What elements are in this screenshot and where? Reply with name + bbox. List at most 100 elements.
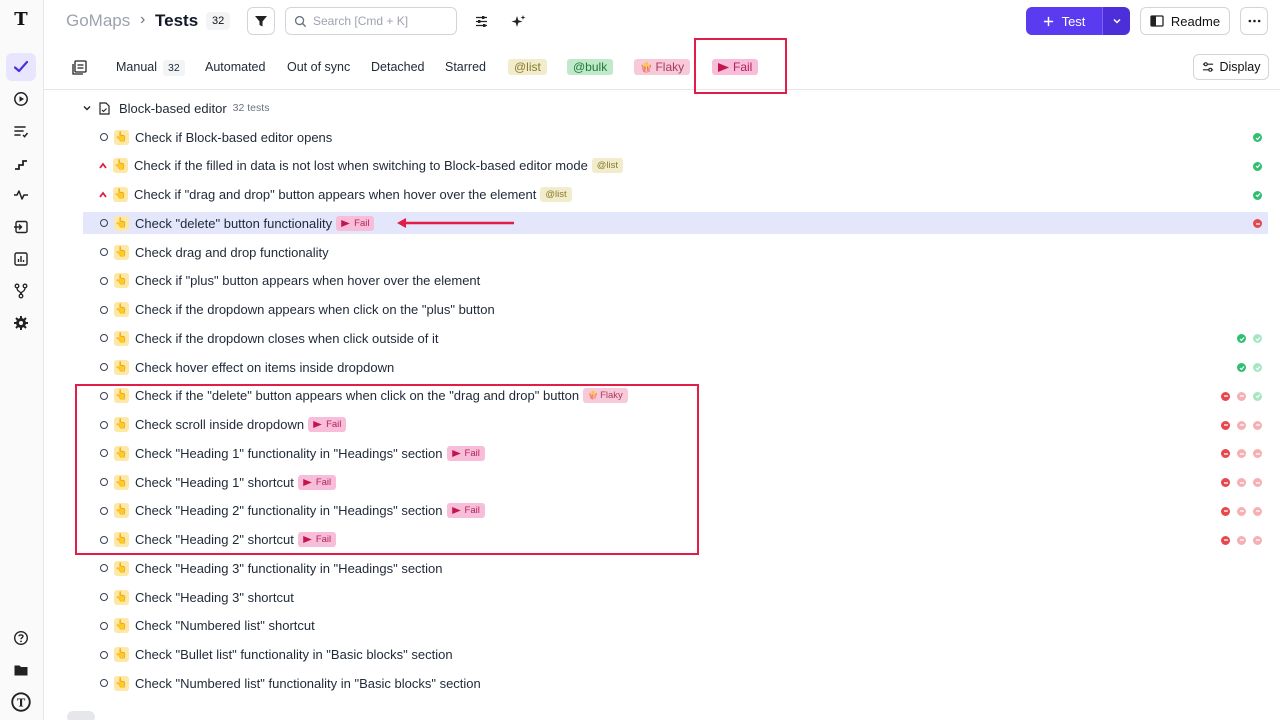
test-title[interactable]: Check if the filled in data is not lost … <box>134 158 588 173</box>
failed-status-icon[interactable] <box>1237 420 1246 430</box>
failed-status-icon[interactable] <box>1253 219 1262 229</box>
test-title[interactable]: Check "Bullet list" functionality in "Ba… <box>135 647 453 662</box>
tab-automated[interactable]: Automated <box>205 59 265 75</box>
test-row[interactable]: 👆 Check if Block-based editor opens <box>83 126 1268 148</box>
tab-detached[interactable]: Detached <box>371 59 425 75</box>
test-tag[interactable]: @list <box>591 158 624 174</box>
passed-status-icon[interactable] <box>1253 363 1262 372</box>
passed-status-icon[interactable] <box>1237 363 1246 372</box>
test-row[interactable]: 👆 Check "Heading 2" shortcut Fail <box>83 529 1268 551</box>
test-title[interactable]: Check "delete" button functionality <box>135 216 332 231</box>
test-row[interactable]: 👆 Check hover effect on items inside drop… <box>83 356 1268 378</box>
projects-folder-icon[interactable] <box>6 656 36 684</box>
test-row[interactable]: 👆 Check "Bullet list" functionality in "B… <box>83 644 1268 666</box>
passed-status-icon[interactable] <box>1253 190 1262 200</box>
failed-status-icon[interactable] <box>1253 478 1262 487</box>
test-title[interactable]: Check "Heading 3" functionality in "Head… <box>135 561 443 576</box>
tab-starred[interactable]: Starred <box>445 59 486 75</box>
more-options-button[interactable] <box>1240 7 1268 35</box>
failed-status-icon[interactable] <box>1221 535 1230 545</box>
new-test-button[interactable]: Test <box>1026 7 1102 35</box>
test-tag[interactable]: Fail <box>446 503 485 519</box>
test-tag[interactable]: Fail <box>308 417 347 432</box>
test-row[interactable]: 👆 Check drag and drop functionality <box>83 241 1268 263</box>
pulse-nav-icon[interactable] <box>6 181 36 209</box>
test-title[interactable]: Check if Block-based editor opens <box>135 130 332 145</box>
tab-tag-bulk[interactable]: @bulk <box>567 59 614 75</box>
test-title[interactable]: Check if the dropdown closes when click … <box>135 331 439 346</box>
filter-button[interactable] <box>247 7 275 35</box>
test-title[interactable]: Check "Heading 2" functionality in "Head… <box>135 503 443 518</box>
tests-nav-icon[interactable] <box>6 53 36 81</box>
tab-manual[interactable]: Manual 32 <box>116 59 185 76</box>
new-test-dropdown-button[interactable] <box>1102 7 1130 35</box>
failed-status-icon[interactable] <box>1221 391 1230 401</box>
test-tag[interactable]: Fail <box>446 445 485 461</box>
test-row[interactable]: 👆 Check if the "delete" button appears wh… <box>83 385 1268 407</box>
user-avatar[interactable]: T <box>6 688 36 716</box>
plans-nav-icon[interactable] <box>6 117 36 145</box>
runs-nav-icon[interactable] <box>6 85 36 113</box>
test-title[interactable]: Check "Numbered list" functionality in "… <box>135 676 481 691</box>
failed-status-icon[interactable] <box>1221 506 1230 516</box>
tree-view-icon[interactable] <box>72 59 88 75</box>
test-row[interactable]: 👆 Check scroll inside dropdown Fail <box>83 414 1268 436</box>
ai-sparkle-icon[interactable] <box>507 10 529 32</box>
test-title[interactable]: Check if the "delete" button appears whe… <box>135 388 579 403</box>
search-box[interactable] <box>285 7 457 35</box>
help-icon[interactable] <box>6 624 36 652</box>
test-row[interactable]: 👆 Check "Heading 1" shortcut Fail <box>83 471 1268 493</box>
search-input[interactable] <box>313 14 443 28</box>
test-tag[interactable]: Fail <box>336 215 375 231</box>
breadcrumb-project[interactable]: GoMaps <box>66 11 130 31</box>
failed-status-icon[interactable] <box>1237 506 1246 516</box>
test-title[interactable]: Check "Numbered list" shortcut <box>135 618 315 633</box>
test-title[interactable]: Check "Heading 1" functionality in "Head… <box>135 446 443 461</box>
test-row[interactable]: 👆 Check if the dropdown appears when clic… <box>83 299 1268 321</box>
failed-status-icon[interactable] <box>1253 449 1262 459</box>
test-title[interactable]: Check "Heading 3" shortcut <box>135 590 294 605</box>
readme-button[interactable]: Readme <box>1140 7 1230 35</box>
import-nav-icon[interactable] <box>6 213 36 241</box>
test-title[interactable]: Check if "plus" button appears when hove… <box>135 273 480 288</box>
tab-out-of-sync[interactable]: Out of sync <box>287 59 350 75</box>
failed-status-icon[interactable] <box>1237 391 1246 401</box>
test-tag[interactable]: @list <box>540 187 572 202</box>
failed-status-icon[interactable] <box>1253 535 1262 545</box>
failed-status-icon[interactable] <box>1221 449 1230 459</box>
tab-tag-list[interactable]: @list <box>508 59 547 75</box>
app-logo[interactable]: T <box>9 7 33 31</box>
test-row[interactable]: 👆 Check "Numbered list" functionality in … <box>83 672 1268 694</box>
settings-gear-icon[interactable] <box>6 309 36 337</box>
suite-header[interactable]: Block-based editor 32 tests <box>82 98 269 118</box>
test-title[interactable]: Check if "drag and drop" button appears … <box>134 187 536 202</box>
test-tag[interactable]: 🍿 Flaky <box>583 388 628 404</box>
test-title[interactable]: Check "Heading 1" shortcut <box>135 475 294 490</box>
test-tag[interactable]: Fail <box>297 532 337 547</box>
failed-status-icon[interactable] <box>1237 535 1246 545</box>
sliders-icon[interactable] <box>470 10 492 32</box>
tab-label-fail[interactable]: Fail <box>712 59 759 75</box>
failed-status-icon[interactable] <box>1253 506 1262 516</box>
tab-label-flaky[interactable]: 🍿 Flaky <box>634 59 691 75</box>
passed-status-icon[interactable] <box>1253 391 1262 401</box>
test-row[interactable]: 👆 Check if the dropdown closes when click… <box>83 327 1268 349</box>
test-row[interactable]: 👆 Check "Heading 3" shortcut <box>83 586 1268 608</box>
test-row[interactable]: 👆 Check "Numbered list" shortcut <box>83 615 1268 637</box>
test-title[interactable]: Check scroll inside dropdown <box>135 417 304 432</box>
test-row[interactable]: 👆 Check "Heading 3" functionality in "Hea… <box>83 557 1268 579</box>
failed-status-icon[interactable] <box>1253 420 1262 430</box>
analytics-nav-icon[interactable] <box>6 245 36 273</box>
steps-nav-icon[interactable] <box>6 149 36 177</box>
test-title[interactable]: Check "Heading 2" shortcut <box>135 532 294 547</box>
test-row[interactable]: 👆 Check "Heading 1" functionality in "Hea… <box>83 442 1268 464</box>
failed-status-icon[interactable] <box>1237 478 1246 487</box>
passed-status-icon[interactable] <box>1253 334 1262 344</box>
passed-status-icon[interactable] <box>1253 161 1262 171</box>
chevron-down-icon[interactable] <box>82 103 92 113</box>
test-tag[interactable]: Fail <box>297 474 337 490</box>
test-row[interactable]: 👆 Check "Heading 2" functionality in "Hea… <box>83 500 1268 522</box>
passed-status-icon[interactable] <box>1237 334 1246 344</box>
failed-status-icon[interactable] <box>1221 420 1230 430</box>
branches-nav-icon[interactable] <box>6 277 36 305</box>
